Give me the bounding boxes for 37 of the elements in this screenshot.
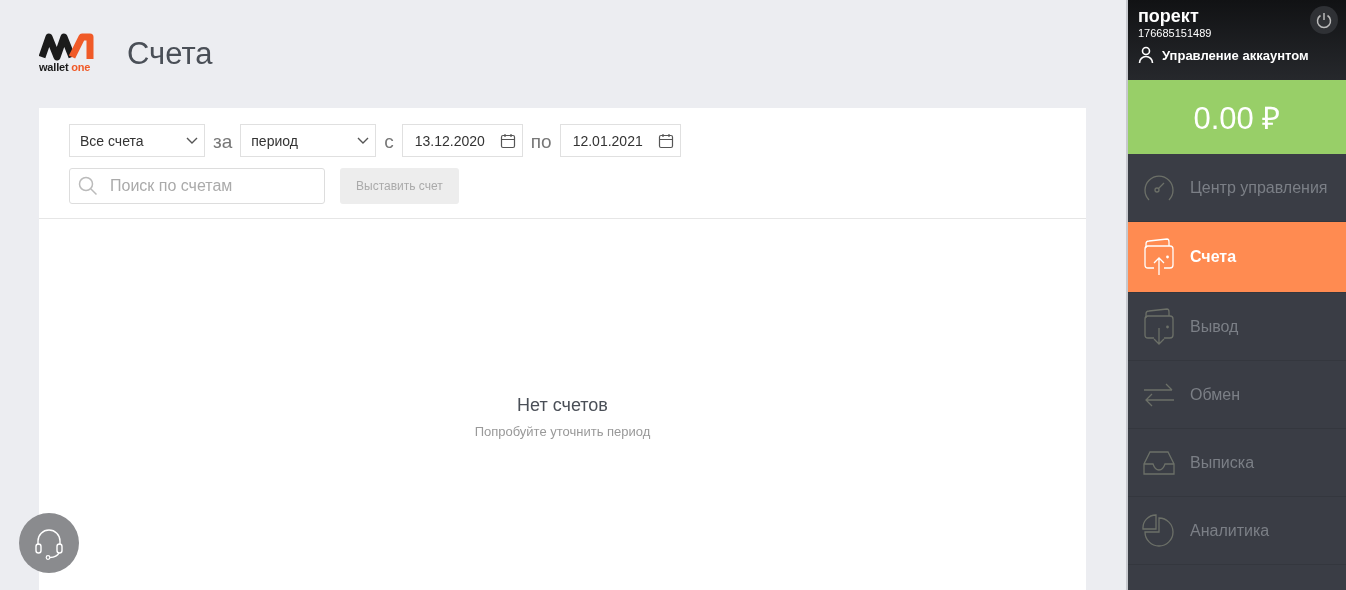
to-label: по [530, 130, 552, 153]
inbox-tray-icon [1142, 449, 1176, 476]
for-label: за [213, 130, 233, 153]
wallet-arrow-down-icon [1142, 307, 1176, 346]
exchange-arrows-icon [1142, 381, 1176, 408]
user-icon [1138, 46, 1154, 64]
empty-hint: Попробуйте уточнить период [474, 424, 651, 439]
search-icon [78, 176, 98, 196]
logo-text: wallet one [39, 61, 91, 73]
date-from-field[interactable]: 13.12.2020 [401, 124, 523, 157]
account-number: 176685151489 [1138, 27, 1212, 39]
power-icon [1315, 11, 1333, 29]
period-select[interactable]: период [240, 124, 377, 157]
search-field[interactable]: Поиск по счетам [69, 168, 325, 204]
menu-item[interactable]: Счета [1128, 222, 1346, 293]
chevron-down-icon [357, 136, 370, 145]
wallet-arrow-up-icon [1142, 238, 1176, 276]
account-select[interactable]: Все счета [69, 124, 205, 157]
from-label: с [384, 130, 394, 153]
account-management-link[interactable]: Управление аккаунтом [1138, 46, 1338, 64]
logo-mark-icon [39, 31, 95, 61]
balance-amount: 0.00 ₽ [1193, 100, 1281, 138]
menu-item[interactable]: Выписка [1128, 429, 1346, 497]
calendar-icon [499, 132, 516, 149]
chevron-down-icon [186, 136, 198, 145]
empty-title: Нет счетов [517, 395, 608, 416]
logo[interactable]: wallet one [39, 31, 95, 73]
menu-item[interactable]: Аналитика [1128, 497, 1346, 565]
support-button[interactable] [19, 513, 79, 573]
calendar-icon [657, 132, 674, 149]
power-button[interactable] [1310, 6, 1338, 34]
account-name: порект [1138, 6, 1200, 27]
date-to-field[interactable]: 12.01.2021 [559, 124, 681, 157]
menu-item[interactable]: Обмен [1128, 361, 1346, 429]
menu-item[interactable]: Вывод [1128, 293, 1346, 361]
page-title: Счета [127, 36, 213, 72]
pie-chart-icon [1142, 513, 1176, 548]
